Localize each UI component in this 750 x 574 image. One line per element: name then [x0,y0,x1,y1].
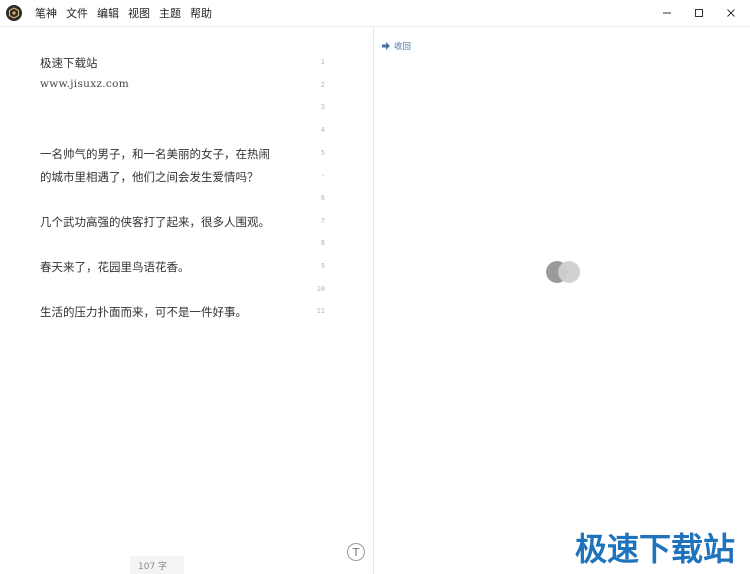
loading-dot [558,261,580,283]
menu-file[interactable]: 文件 [66,5,88,21]
menu-theme[interactable]: 主题 [159,5,181,21]
editor-line[interactable]: 8 [0,233,373,255]
menu-help[interactable]: 帮助 [190,5,212,21]
maximize-button[interactable] [682,0,716,26]
typewriter-mode-button[interactable]: T [347,543,365,561]
line-number: 5 [320,149,325,157]
close-icon [727,9,735,17]
menu-bishen[interactable]: 笔神 [35,5,57,21]
line-number: 8 [320,239,325,247]
menu-view[interactable]: 视图 [128,5,150,21]
line-number: 6 [320,194,325,202]
collapse-label: 收回 [394,42,412,52]
word-count: 107 字 [138,562,168,572]
loading-indicator [546,261,582,283]
line-number: 10 [316,285,325,293]
editor-line[interactable]: www.jisuxz.com 2 [0,75,373,97]
editor-line[interactable]: 春天来了，花园里鸟语花香。 9 [0,256,373,278]
editor-line[interactable]: 4 [0,120,373,142]
collapse-preview-button[interactable]: 收回 [382,40,411,52]
line-text: 几个武功高强的侠客打了起来，很多人围观。 [40,215,270,229]
title-bar: 笔神 文件 编辑 视图 主题 帮助 [0,0,750,27]
line-number: 7 [320,217,325,225]
typewriter-icon: T [352,545,360,559]
minimize-button[interactable] [650,0,684,26]
line-number: 11 [316,307,325,315]
editor-line[interactable]: 的城市里相遇了，他们之间会发生爱情吗？ - [0,166,373,188]
minimize-icon [663,12,671,14]
watermark: 极速下载站 [575,530,736,568]
editor-line[interactable]: 生活的压力扑面而来，可不是一件好事。 11 [0,301,373,323]
line-text: 一名帅气的男子，和一名美丽的女子，在热闹 [40,147,270,161]
preview-pane [374,27,750,574]
editor-line[interactable]: 10 [0,279,373,301]
editor-line[interactable]: 3 [0,97,373,119]
line-text: www.jisuxz.com [40,78,129,90]
app-logo-icon [6,5,22,21]
line-text: 春天来了，花园里鸟语花香。 [40,260,190,274]
close-button[interactable] [714,0,748,26]
menu-edit[interactable]: 编辑 [97,5,119,21]
line-number: 2 [320,81,325,89]
menu-bar: 笔神 文件 编辑 视图 主题 帮助 [35,0,221,26]
line-text: 极速下载站 [40,56,98,70]
editor-line[interactable]: 极速下载站 1 [0,52,373,74]
line-number: 9 [320,262,325,270]
maximize-icon [695,9,703,17]
line-text: 生活的压力扑面而来，可不是一件好事。 [40,305,247,319]
arrow-right-icon [382,42,390,50]
editor-line[interactable]: 6 [0,188,373,210]
line-number: 1 [320,58,325,66]
line-text: 的城市里相遇了，他们之间会发生爱情吗？ [40,170,259,184]
line-number: 4 [320,126,325,134]
line-number: 3 [320,103,325,111]
editor-line[interactable]: 几个武功高强的侠客打了起来，很多人围观。 7 [0,211,373,233]
editor-line[interactable]: 一名帅气的男子，和一名美丽的女子，在热闹 5 [0,143,373,165]
line-number: - [320,172,325,180]
